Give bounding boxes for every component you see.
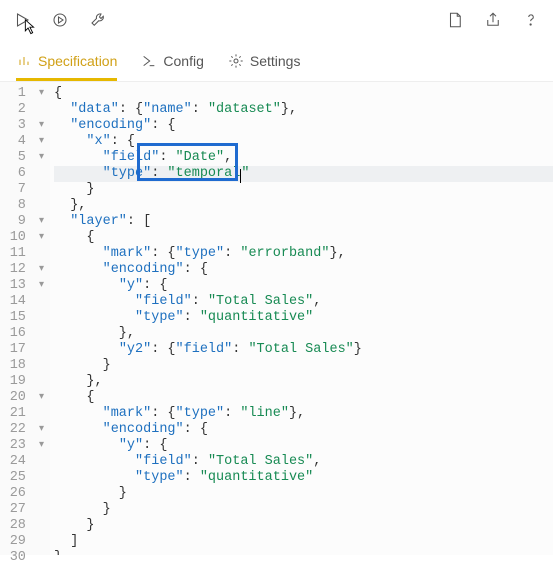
preview-button[interactable] (48, 8, 72, 32)
gear-icon (228, 53, 244, 69)
toolbar (0, 0, 553, 40)
line-number: 15 (0, 310, 44, 326)
line-number: 5 ▾ (0, 150, 44, 166)
line-number: 28 (0, 518, 44, 534)
line-number: 12 ▾ (0, 262, 44, 278)
line-number: 30 (0, 550, 44, 566)
line-number: 7 (0, 182, 44, 198)
line-number: 9 ▾ (0, 214, 44, 230)
run-button[interactable] (10, 8, 34, 32)
line-number: 18 (0, 358, 44, 374)
share-button[interactable] (481, 8, 505, 32)
tab-config[interactable]: Config (141, 40, 203, 81)
tabbar: Specification Config Settings (0, 40, 553, 82)
code-area[interactable]: { "data": {"name": "dataset"}, "encoding… (50, 82, 553, 555)
line-number: 3 ▾ (0, 118, 44, 134)
text-caret (240, 169, 241, 183)
line-number: 8 (0, 198, 44, 214)
line-number: 2 (0, 102, 44, 118)
line-number: 25 (0, 470, 44, 486)
help-button[interactable] (519, 8, 543, 32)
line-number: 1 ▾ (0, 86, 44, 102)
sliders-icon (141, 53, 157, 69)
line-number: 22 ▾ (0, 422, 44, 438)
tab-label: Config (163, 53, 203, 69)
line-number: 27 (0, 502, 44, 518)
tab-settings[interactable]: Settings (228, 40, 301, 81)
line-number: 16 (0, 326, 44, 342)
line-number: 17 (0, 342, 44, 358)
line-number: 20 ▾ (0, 390, 44, 406)
wrench-button[interactable] (86, 8, 110, 32)
line-gutter: 1 ▾2 3 ▾4 ▾5 ▾6 7 8 9 ▾10 ▾11 12 ▾13 ▾14… (0, 82, 50, 555)
tab-label: Specification (38, 53, 117, 69)
line-number: 14 (0, 294, 44, 310)
line-number: 6 (0, 166, 44, 182)
line-number: 23 ▾ (0, 438, 44, 454)
line-number: 29 (0, 534, 44, 550)
active-line[interactable]: "type": "temporal" (54, 166, 553, 182)
tab-label: Settings (250, 53, 301, 69)
line-number: 21 (0, 406, 44, 422)
line-number: 19 (0, 374, 44, 390)
line-number: 13 ▾ (0, 278, 44, 294)
line-number: 24 (0, 454, 44, 470)
line-number: 11 (0, 246, 44, 262)
chart-icon (16, 53, 32, 69)
tab-specification[interactable]: Specification (16, 40, 117, 81)
line-number: 10 ▾ (0, 230, 44, 246)
code-editor[interactable]: 1 ▾2 3 ▾4 ▾5 ▾6 7 8 9 ▾10 ▾11 12 ▾13 ▾14… (0, 82, 553, 555)
new-file-button[interactable] (443, 8, 467, 32)
line-number: 4 ▾ (0, 134, 44, 150)
line-number: 26 (0, 486, 44, 502)
